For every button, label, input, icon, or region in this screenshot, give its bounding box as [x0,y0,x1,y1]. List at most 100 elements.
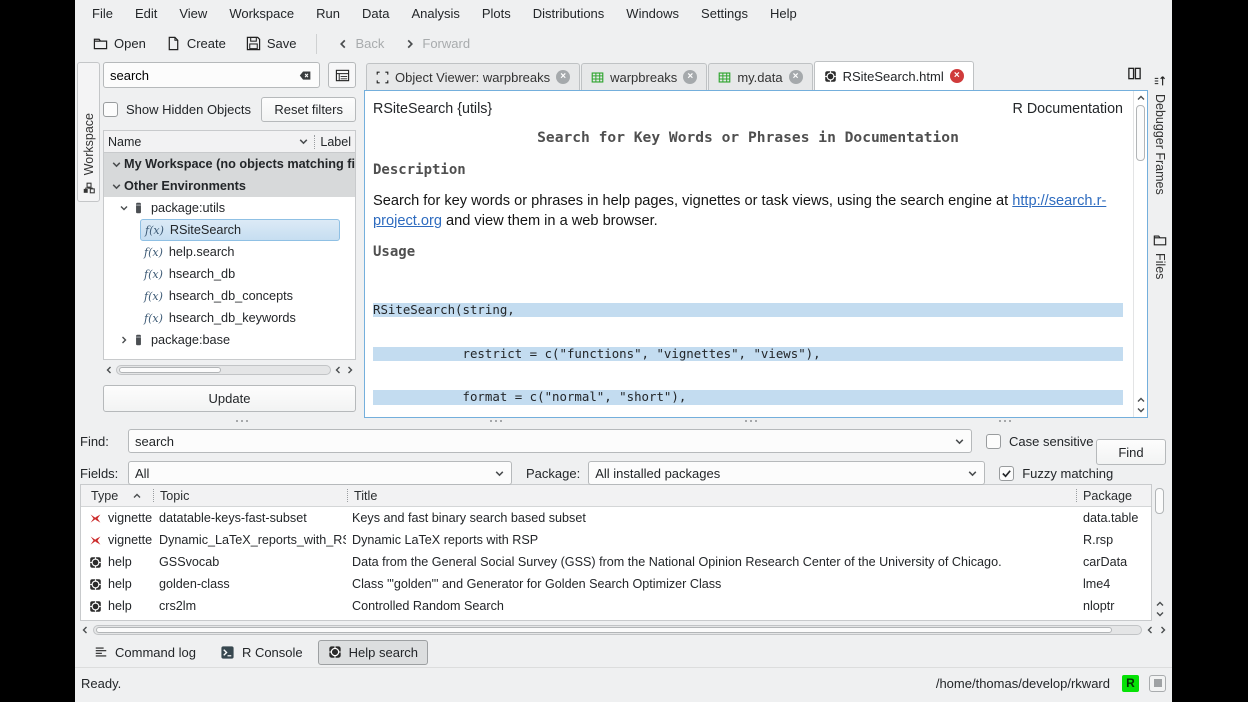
close-icon[interactable]: × [556,70,570,84]
scroll-left-icon[interactable] [104,365,114,375]
scroll-down-icon[interactable] [1155,609,1165,619]
folder-icon [93,36,108,51]
case-sensitive-checkbox[interactable] [986,434,1001,449]
help-search-tab[interactable]: Help search [318,640,428,665]
tree-horizontal-scrollbar[interactable] [103,362,356,377]
workspace-tool-tab[interactable]: Workspace [77,62,100,202]
type-column-header[interactable]: Type [91,489,118,503]
menu-edit[interactable]: Edit [124,2,168,25]
document-scrollbar[interactable] [1133,91,1147,417]
new-file-icon [166,36,181,51]
help-document: RSiteSearch {utils} R Documentation Sear… [365,91,1133,417]
results-vertical-scrollbar[interactable] [1152,484,1168,621]
update-button[interactable]: Update [103,385,356,412]
topic-column-header[interactable]: Topic [154,489,347,503]
save-button[interactable]: Save [238,32,305,55]
create-button[interactable]: Create [158,32,234,55]
reset-filters-button[interactable]: Reset filters [261,97,356,122]
debugger-frames-tool-tab[interactable]: Debugger Frames [1153,66,1167,195]
close-icon[interactable]: × [789,70,803,84]
tree-item-rsitesearch[interactable]: f(x) RSiteSearch [140,219,340,241]
tree-item-hsearch-db[interactable]: f(x) hsearch_db [104,263,355,285]
title-column-header[interactable]: Title [348,489,1076,503]
chevron-down-icon [111,159,122,170]
view-options-button[interactable] [328,62,356,88]
find-combobox[interactable]: search [128,429,972,453]
split-view-button[interactable] [1127,66,1142,84]
menu-distributions[interactable]: Distributions [522,2,616,25]
command-log-tab[interactable]: Command log [85,641,205,664]
scroll-right-icon[interactable] [345,365,355,375]
tab-my-data[interactable]: my.data × [708,63,812,90]
r-engine-status-badge: R [1122,675,1139,692]
scroll-right-icon[interactable] [1158,625,1168,635]
menu-workspace[interactable]: Workspace [218,2,305,25]
code-line: restrict = c("functions", "vignettes", "… [373,347,1123,362]
menu-windows[interactable]: Windows [615,2,690,25]
fields-label: Fields: [80,466,128,481]
show-hidden-checkbox[interactable] [103,102,118,117]
result-row[interactable]: help golden-class Class '"golden"' and G… [81,573,1151,595]
files-tool-tab[interactable]: Files [1153,225,1167,279]
menu-data[interactable]: Data [351,2,400,25]
menu-settings[interactable]: Settings [690,2,759,25]
package-column-header[interactable]: Package [1077,489,1151,503]
scroll-down-icon[interactable] [1136,405,1146,415]
workspace-tab-label: Workspace [82,113,96,175]
menu-analysis[interactable]: Analysis [400,2,470,25]
object-viewer-icon [376,71,389,84]
chevron-down-icon[interactable] [298,136,309,147]
scroll-up-icon[interactable] [1155,599,1165,609]
scroll-up-icon[interactable] [1136,93,1146,103]
scroll-left-icon[interactable] [1145,625,1155,635]
result-row[interactable]: vignette datatable-keys-fast-subset Keys… [81,507,1151,529]
close-icon[interactable]: × [683,70,697,84]
tree-item-help-search[interactable]: f(x) help.search [104,241,355,263]
name-column-header[interactable]: Name [108,135,141,149]
menu-run[interactable]: Run [305,2,351,25]
tree-item-hsearch-db-concepts[interactable]: f(x) hsearch_db_concepts [104,285,355,307]
scroll-left-icon[interactable] [333,365,343,375]
description-paragraph: Search for key words or phrases in help … [373,192,1123,232]
result-row[interactable]: vignette Dynamic_LaTeX_reports_with_RSP … [81,529,1151,551]
stop-icon [1154,679,1162,687]
find-button[interactable]: Find [1096,439,1166,465]
menu-plots[interactable]: Plots [471,2,522,25]
workspace-search-input[interactable] [110,68,298,83]
chevron-down-icon [119,203,129,213]
menu-help[interactable]: Help [759,2,808,25]
tab-label: RSiteSearch.html [843,69,944,84]
forward-button[interactable]: Forward [396,32,478,55]
left-dock-strip: Workspace [75,60,102,418]
back-button[interactable]: Back [329,32,392,55]
scroll-left-icon[interactable] [80,625,90,635]
label-column-header[interactable]: Label [320,135,351,149]
result-row[interactable]: help GSSvocab Data from the General Soci… [81,551,1151,573]
tree-label: hsearch_db_concepts [169,289,293,303]
clear-search-icon[interactable] [298,69,313,82]
tree-item-other-environments[interactable]: Other Environments [104,175,355,197]
tree-item-package-utils[interactable]: package:utils [104,197,355,219]
results-horizontal-scrollbar[interactable] [80,622,1168,637]
tab-object-viewer-warpbreaks[interactable]: Object Viewer: warpbreaks × [366,63,580,90]
result-row[interactable]: help crs2lm Controlled Random Search nlo… [81,595,1151,617]
tab-rsitesearch-html[interactable]: RSiteSearch.html × [814,61,974,90]
menu-view[interactable]: View [168,2,218,25]
scroll-up-icon[interactable] [1136,395,1146,405]
fields-combobox[interactable]: All [128,461,512,485]
close-icon[interactable]: × [950,69,964,83]
fuzzy-matching-checkbox[interactable] [999,466,1014,481]
tab-warpbreaks[interactable]: warpbreaks × [581,63,707,90]
package-combobox[interactable]: All installed packages [588,461,985,485]
interrupt-r-button[interactable] [1149,675,1166,692]
menu-file[interactable]: File [81,2,124,25]
sort-ascending-icon [132,491,142,501]
results-header: Type Topic Title Package [81,485,1151,507]
package-value: All installed packages [595,466,967,481]
usage-code-block: RSiteSearch(string, restrict = c("functi… [373,274,1123,417]
r-console-tab[interactable]: R Console [211,641,312,664]
open-button[interactable]: Open [85,32,154,55]
tree-item-hsearch-db-keywords[interactable]: f(x) hsearch_db_keywords [104,307,355,329]
tree-item-package-base[interactable]: package:base [104,329,355,351]
tree-item-my-workspace[interactable]: My Workspace (no objects matching filter [104,153,355,175]
